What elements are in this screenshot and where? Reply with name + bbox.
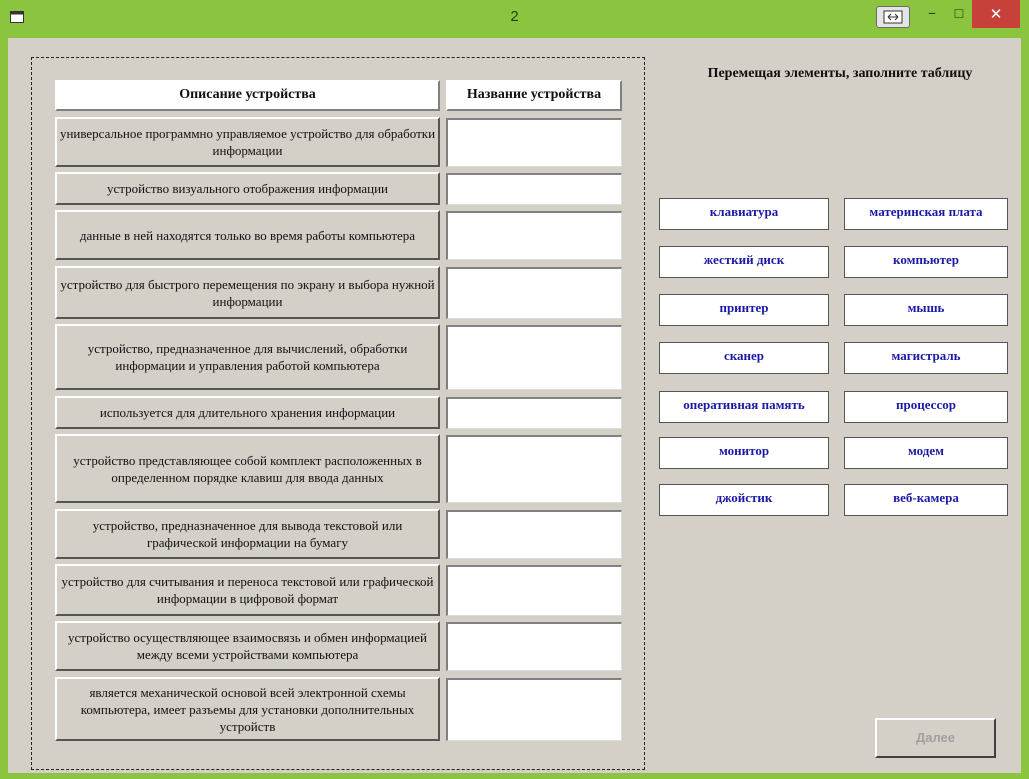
answer-drop-slot[interactable] [446, 173, 622, 205]
description-cell: устройство для считывания и переноса тек… [55, 564, 440, 616]
header-name: Название устройства [446, 80, 622, 111]
minimize-button[interactable]: – [918, 0, 946, 28]
close-icon: ✕ [989, 5, 1003, 23]
answer-drop-slot[interactable] [446, 510, 622, 559]
answer-drop-slot[interactable] [446, 211, 622, 260]
description-cell: универсальное программно управляемое уст… [55, 117, 440, 167]
draggable-chip[interactable]: принтер [659, 294, 829, 326]
draggable-chip[interactable]: модем [844, 437, 1008, 469]
maximize-button[interactable]: ☐ [946, 0, 972, 28]
draggable-chip[interactable]: мышь [844, 294, 1008, 326]
description-cell: устройство визуального отображения инфор… [55, 172, 440, 205]
draggable-chip[interactable]: магистраль [844, 342, 1008, 374]
description-cell: устройство, предназначенное для вывода т… [55, 509, 440, 559]
answer-drop-slot[interactable] [446, 622, 622, 671]
description-cell: используется для длительного хранения ин… [55, 396, 440, 429]
answer-drop-slot[interactable] [446, 678, 622, 741]
description-cell: является механической основой всей элект… [55, 677, 440, 741]
answer-drop-slot[interactable] [446, 435, 622, 503]
description-cell: устройство для быстрого перемещения по э… [55, 266, 440, 319]
draggable-chip[interactable]: процессор [844, 391, 1008, 423]
description-cell: устройство осуществляющее взаимосвязь и … [55, 621, 440, 671]
restore-button[interactable] [876, 6, 910, 28]
close-button[interactable]: ✕ [972, 0, 1020, 28]
instruction-text: Перемещая элементы, заполните таблицу [707, 66, 973, 81]
answer-drop-slot[interactable] [446, 325, 622, 390]
next-button[interactable]: Далее [875, 718, 996, 758]
answer-drop-slot[interactable] [446, 565, 622, 616]
description-cell: устройство, предназначенное для вычислен… [55, 324, 440, 390]
draggable-chip[interactable]: джойстик [659, 484, 829, 516]
restore-icon [883, 10, 903, 24]
header-description: Описание устройства [55, 80, 440, 111]
description-cell: данные в ней находятся только во время р… [55, 210, 440, 260]
answer-drop-slot[interactable] [446, 118, 622, 167]
answer-drop-slot[interactable] [446, 267, 622, 319]
draggable-chip[interactable]: веб-камера [844, 484, 1008, 516]
draggable-chip[interactable]: монитор [659, 437, 829, 469]
description-cell: устройство представляющее собой комплект… [55, 434, 440, 503]
draggable-chip[interactable]: компьютер [844, 246, 1008, 278]
maximize-icon: ☐ [953, 7, 965, 21]
window-title: 2 [510, 8, 519, 25]
draggable-chip[interactable]: жесткий диск [659, 246, 829, 278]
draggable-chip[interactable]: сканер [659, 342, 829, 374]
draggable-chip[interactable]: клавиатура [659, 198, 829, 230]
draggable-chip[interactable]: материнская плата [844, 198, 1008, 230]
draggable-chip[interactable]: оперативная память [659, 391, 829, 423]
answer-drop-slot[interactable] [446, 397, 622, 429]
minimize-icon: – [928, 3, 936, 22]
